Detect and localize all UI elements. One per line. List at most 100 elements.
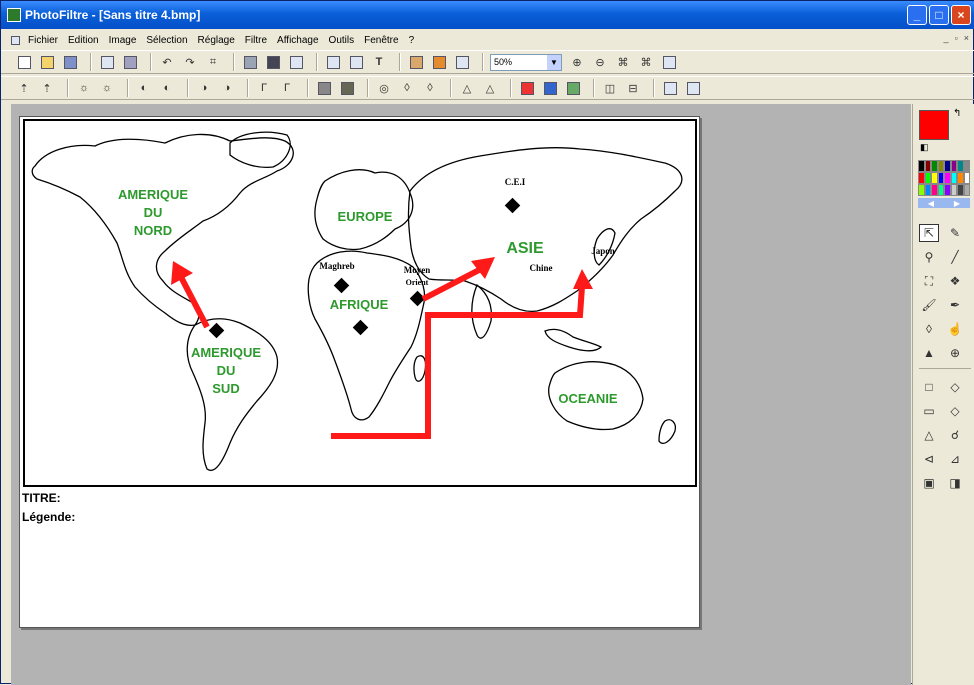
fit-icon[interactable]: ⌘ [614,53,632,71]
mdi-minimize-button[interactable]: _ [944,33,949,43]
world-map[interactable]: AMERIQUE DU NORD AMERIQUE DU SUD EUROPE … [23,119,697,487]
menu-affichage[interactable]: Affichage [277,35,319,46]
drop-icon[interactable]: △ [481,79,499,97]
menu-image[interactable]: Image [109,35,137,46]
zoom-select[interactable]: 50% ▼ [490,53,562,71]
auto-contrast-icon[interactable]: ⇡ [38,79,56,97]
flag2-icon[interactable] [541,79,559,97]
layer-icon[interactable] [407,53,425,71]
caption-legende: Légende: [22,510,76,524]
palette-scroll[interactable]: ◀ ▶ [918,198,970,208]
contrast-plus-icon[interactable]: ◐ [135,79,153,97]
auto-level-icon[interactable]: ⇡ [15,79,33,97]
magic-wand-icon[interactable]: ⚲ [919,248,939,266]
soften-icon[interactable]: ◊ [398,79,416,97]
gamma-plus-icon[interactable]: Γ [255,79,273,97]
copy-icon[interactable] [324,53,342,71]
canvas-size-icon[interactable] [684,79,702,97]
zoom-in-icon[interactable]: ⊕ [568,53,586,71]
saturation-minus-icon[interactable]: ◑ [218,79,236,97]
sharpen-icon[interactable]: ◊ [421,79,439,97]
image-icon[interactable] [264,53,282,71]
picture-icon[interactable] [564,79,582,97]
menu-fichier[interactable]: Fichier [28,35,58,46]
title-bar[interactable]: PhotoFiltre - [Sans titre 4.bmp] _ □ × [1,1,974,29]
line-tool-icon[interactable]: ╱ [945,248,965,266]
crop-icon[interactable]: ⌗ [204,53,222,71]
filter-icon[interactable] [287,53,305,71]
default-colors-icon[interactable]: ◧ [920,142,929,153]
minimize-button[interactable]: _ [907,5,927,25]
triangle-icon[interactable]: △ [919,426,939,444]
blur-icon[interactable]: ◎ [375,79,393,97]
selection-tool-icon[interactable]: ⇱ [919,224,939,242]
foreground-color-swatch[interactable] [919,110,949,140]
menu-selection[interactable]: Sélection [146,35,187,46]
fill-tool-icon[interactable]: ⛶ [919,272,939,290]
scroll-left-icon[interactable]: ◀ [928,199,934,208]
mdi-close-button[interactable]: × [964,33,969,43]
swap-colors-icon[interactable]: ↰ [953,108,961,119]
frame-icon[interactable] [241,53,259,71]
window-icon[interactable] [453,53,471,71]
rectangle-icon[interactable]: □ [919,378,939,396]
print-icon[interactable] [98,53,116,71]
grayscale-icon[interactable] [315,79,333,97]
rhombus-icon[interactable]: ◇ [945,402,965,420]
image-canvas[interactable]: AMERIQUE DU NORD AMERIQUE DU SUD EUROPE … [19,116,700,628]
undo-icon[interactable]: ↶ [158,53,176,71]
mdi-restore-button[interactable]: ▫ [955,33,958,43]
ellipse-icon[interactable]: ▭ [919,402,939,420]
menu-outils[interactable]: Outils [329,35,355,46]
brightness-minus-icon[interactable]: ☼ [98,79,116,97]
menu-help[interactable]: ? [409,35,415,46]
flag-icon[interactable] [518,79,536,97]
advanced-brush-icon[interactable]: ✒ [945,296,965,314]
brightness-plus-icon[interactable]: ☼ [75,79,93,97]
contrast-minus-icon[interactable]: ◐ [158,79,176,97]
load-selection-icon[interactable]: ⊿ [945,450,965,468]
selection-invert-icon[interactable]: ◨ [945,474,965,492]
menu-fenetre[interactable]: Fenêtre [364,35,398,46]
fullscreen-icon[interactable] [660,53,678,71]
paste-icon[interactable] [347,53,365,71]
sepia-icon[interactable] [338,79,356,97]
menu-filtre[interactable]: Filtre [245,35,267,46]
stamp-tool-icon[interactable]: ▲ [919,344,939,362]
brush-tool-icon[interactable]: 🖌 [919,296,939,314]
paint-icon[interactable] [430,53,448,71]
new-file-icon[interactable] [15,53,33,71]
arrow-heads [171,257,593,289]
zoom-out-icon[interactable]: ⊖ [591,53,609,71]
text-icon[interactable]: T [370,53,388,71]
spray-tool-icon[interactable]: ❖ [945,272,965,290]
tool-palette: ↰ ◧ ◀ ▶ ⇱ ✎ ⚲ ╱ ⛶ ❖ 🖌 ✒ ◊ ☝ ▲ ⊕ □ ◇ ▭ ◇ △ [912,104,974,685]
color-swatches[interactable] [918,160,970,196]
sharpen-more-icon[interactable]: △ [458,79,476,97]
scroll-right-icon[interactable]: ▶ [954,199,960,208]
menu-edition[interactable]: Edition [68,35,99,46]
polygon-icon[interactable]: ⊲ [919,450,939,468]
redo-icon[interactable]: ↷ [181,53,199,71]
marker-cei [504,197,521,214]
menu-reglage[interactable]: Réglage [198,35,235,46]
flip-icon[interactable]: ⊟ [624,79,642,97]
diamond-icon[interactable]: ◇ [945,378,965,396]
open-folder-icon[interactable] [38,53,56,71]
scan-icon[interactable] [121,53,139,71]
clone-tool-icon[interactable]: ⊕ [945,344,965,362]
lasso-icon[interactable]: ☌ [945,426,965,444]
close-button[interactable]: × [951,5,971,25]
eyedropper-icon[interactable]: ✎ [945,224,965,242]
mirror-icon[interactable]: ◫ [601,79,619,97]
blur-drop-icon[interactable]: ◊ [919,320,939,338]
saturation-plus-icon[interactable]: ◑ [195,79,213,97]
save-icon[interactable] [61,53,79,71]
actual-size-icon[interactable]: ⌘ [637,53,655,71]
finger-tool-icon[interactable]: ☝ [945,320,965,338]
resize-icon[interactable] [661,79,679,97]
gamma-minus-icon[interactable]: Γ [278,79,296,97]
maximize-button[interactable]: □ [929,5,949,25]
chevron-down-icon[interactable]: ▼ [547,54,561,70]
selection-mode-icon[interactable]: ▣ [919,474,939,492]
